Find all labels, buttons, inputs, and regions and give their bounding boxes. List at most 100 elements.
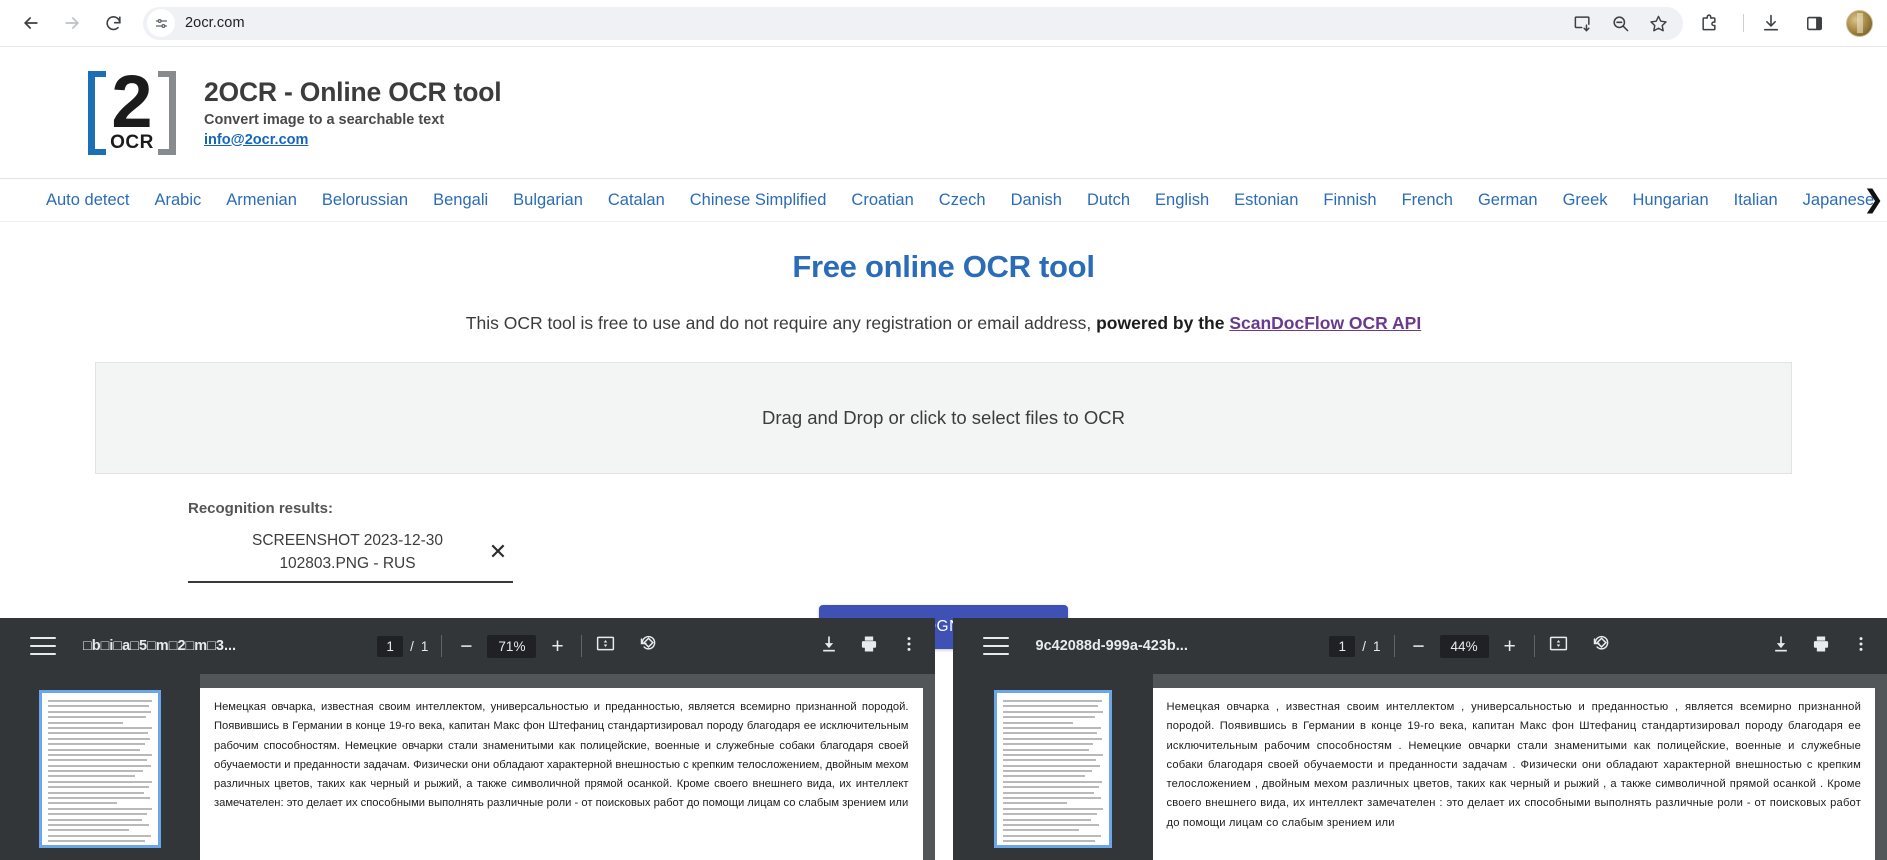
scandocflow-api-link[interactable]: ScanDocFlow OCR API <box>1229 313 1421 333</box>
language-nav: Auto detect Arabic Armenian Belorussian … <box>0 179 1887 222</box>
download-button[interactable] <box>819 634 839 659</box>
dropzone-label: Drag and Drop or click to select files t… <box>762 407 1125 428</box>
zoom-level[interactable]: 71% <box>487 634 537 658</box>
thumbnail-pane <box>952 674 1153 860</box>
page-number-input[interactable]: 1 <box>377 635 404 657</box>
print-button[interactable] <box>859 634 879 659</box>
browser-toolbar: 2ocr.com <box>0 0 1887 47</box>
page-thumbnail[interactable] <box>39 690 161 848</box>
site-settings-icon <box>155 18 167 28</box>
lang-item-13[interactable]: Estonian <box>1234 191 1298 210</box>
lang-item-6[interactable]: Catalan <box>608 191 665 210</box>
file-dropzone[interactable]: Drag and Drop or click to select files t… <box>95 362 1792 474</box>
pdf-actions <box>1753 634 1871 659</box>
more-options-icon <box>907 636 910 651</box>
lang-item-11[interactable]: Dutch <box>1087 191 1130 210</box>
address-bar[interactable]: 2ocr.com <box>143 6 1683 40</box>
zoom-out-icon <box>1612 15 1628 31</box>
page-number-input[interactable]: 1 <box>1329 635 1356 657</box>
pdf-toolbar-right: 9c42088d-999a-423b... 1 / 1 − 44% + <box>952 618 1887 674</box>
zoom-in-button[interactable]: + <box>546 636 568 657</box>
menu-icon[interactable] <box>982 637 1009 655</box>
side-panel-button[interactable] <box>1797 6 1831 40</box>
result-file-name: SCREENSHOT 2023-12-30 102803.PNG - RUS <box>252 532 443 573</box>
logo-left-bracket <box>88 70 106 155</box>
lang-item-19[interactable]: Italian <box>1734 191 1778 210</box>
rotate-icon <box>641 635 656 650</box>
lang-item-3[interactable]: Belorussian <box>322 191 408 210</box>
bookmark-button[interactable] <box>1641 6 1675 40</box>
forward-button[interactable] <box>55 6 89 40</box>
lang-item-17[interactable]: Greek <box>1563 191 1608 210</box>
back-button[interactable] <box>14 6 48 40</box>
lang-item-2[interactable]: Armenian <box>226 191 297 210</box>
zoom-out-button[interactable]: − <box>1408 636 1430 657</box>
side-panel-icon <box>1806 16 1822 30</box>
document-page: Немецкая овчарка , известная своим интел… <box>1152 688 1875 860</box>
reload-button[interactable] <box>96 6 130 40</box>
zoom-out-button[interactable]: − <box>455 636 477 657</box>
page-title: Free online OCR tool <box>792 249 1095 284</box>
results-label: Recognition results: <box>188 500 334 517</box>
zoom-in-button[interactable]: + <box>1499 636 1521 657</box>
rotate-button[interactable] <box>638 633 659 659</box>
rotate-button[interactable] <box>1591 633 1612 659</box>
pdf-body-right: Немецкая овчарка , известная своим интел… <box>952 674 1887 860</box>
pdf-filename: □b□i□a□5□m□2□m□3... <box>83 638 237 654</box>
lang-item-0[interactable]: Auto detect <box>46 191 129 210</box>
toolbar-divider-2 <box>581 635 583 657</box>
pdf-body-left: Немецкая овчарка, известная своим интелл… <box>0 674 935 860</box>
contact-email-link[interactable]: info@2ocr.com <box>204 132 308 148</box>
forward-arrow-icon <box>65 17 79 29</box>
lang-item-5[interactable]: Bulgarian <box>513 191 583 210</box>
zoom-controls: − 71% + <box>455 634 568 658</box>
site-title: 2OCR - Online OCR tool <box>204 76 502 107</box>
fit-to-page-button[interactable] <box>1548 633 1569 659</box>
lang-item-18[interactable]: Hungarian <box>1633 191 1709 210</box>
lang-item-16[interactable]: German <box>1478 191 1538 210</box>
lang-item-14[interactable]: Finnish <box>1323 191 1376 210</box>
lang-item-4[interactable]: Bengali <box>433 191 488 210</box>
lang-item-10[interactable]: Danish <box>1011 191 1062 210</box>
toolbar-divider <box>1743 14 1744 32</box>
desc-text: This OCR tool is free to use and do not … <box>465 313 1097 333</box>
site-subtitle: Convert image to a searchable text <box>204 111 445 128</box>
lang-item-12[interactable]: English <box>1155 191 1209 210</box>
print-icon <box>861 636 876 651</box>
chevron-right-icon[interactable]: ❯ <box>1863 187 1884 213</box>
browser-actions <box>1692 6 1873 40</box>
install-app-button[interactable] <box>1565 6 1599 40</box>
url-text: 2ocr.com <box>185 15 245 31</box>
pdf-actions <box>801 634 919 659</box>
pdf-viewers-row: □b□i□a□5□m□2□m□3... 1 / 1 − 71% + Немецк… <box>0 618 1887 860</box>
more-options-button[interactable] <box>1851 634 1871 659</box>
fit-to-page-button[interactable] <box>595 633 616 659</box>
lang-item-1[interactable]: Arabic <box>154 191 201 210</box>
lang-item-15[interactable]: French <box>1402 191 1453 210</box>
menu-icon[interactable] <box>30 637 56 655</box>
profile-avatar[interactable] <box>1846 9 1873 37</box>
brand-block: 2OCR - Online OCR tool Convert image to … <box>204 76 502 149</box>
site-header: 2 OCR 2OCR - Online OCR tool Convert ima… <box>0 47 1887 179</box>
thumbnail-pane <box>0 674 200 860</box>
logo-right-bracket <box>158 70 176 155</box>
downloads-button[interactable] <box>1754 6 1788 40</box>
zoom-level[interactable]: 44% <box>1439 634 1489 658</box>
more-options-button[interactable] <box>899 634 919 659</box>
close-icon[interactable]: ✕ <box>483 537 513 567</box>
lang-item-8[interactable]: Croatian <box>851 191 913 210</box>
lang-item-9[interactable]: Czech <box>939 191 986 210</box>
pdf-viewer-left: □b□i□a□5□m□2□m□3... 1 / 1 − 71% + Немецк… <box>0 618 935 860</box>
pdf-viewer-right: 9c42088d-999a-423b... 1 / 1 − 44% + Неме… <box>952 618 1887 860</box>
site-settings-button[interactable] <box>147 9 175 37</box>
extensions-button[interactable] <box>1692 6 1726 40</box>
toolbar-divider <box>441 635 443 657</box>
zoom-out-button[interactable] <box>1603 6 1637 40</box>
zoom-controls: − 44% + <box>1408 634 1521 658</box>
download-button[interactable] <box>1771 634 1791 659</box>
print-button[interactable] <box>1811 634 1831 659</box>
download-icon <box>1775 636 1787 651</box>
page-separator: / <box>1362 638 1367 654</box>
page-thumbnail[interactable] <box>993 690 1112 848</box>
lang-item-7[interactable]: Chinese Simplified <box>690 191 827 210</box>
